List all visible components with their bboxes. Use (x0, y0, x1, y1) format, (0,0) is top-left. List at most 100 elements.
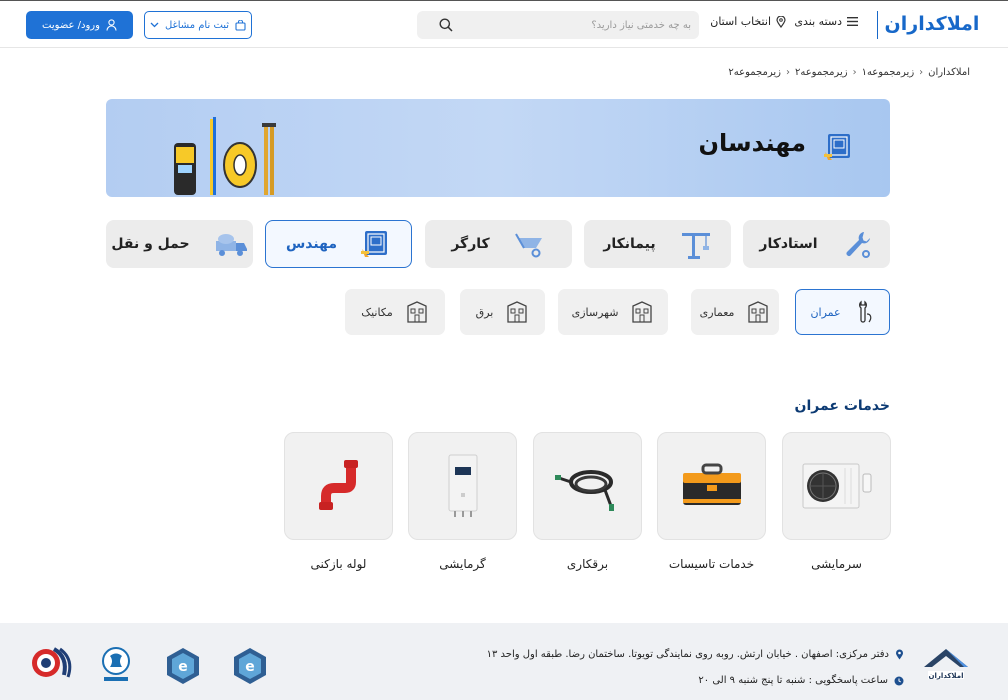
trust-badge-1[interactable]: e (232, 647, 268, 685)
sub-category-label: شهرسازی (571, 305, 619, 319)
service-card-electrical[interactable] (533, 432, 642, 540)
service-label: خدمات تاسیسات (668, 557, 755, 571)
footer-address-text: دفتر مرکزی: اصفهان . خیابان ارتش. روبه ر… (486, 649, 889, 660)
wrench-icon (846, 232, 870, 258)
main-category-label: کارگر (451, 236, 490, 252)
main-categories: استادکار پیمانکار کارگر مهندس حمل و نقل (106, 220, 890, 268)
service-card-installations[interactable] (657, 432, 766, 540)
province-select-button[interactable]: انتخاب استان (710, 15, 786, 28)
banner-title: مهندسان (698, 129, 806, 157)
samandehi-logo-icon (102, 647, 130, 681)
location-pin-icon (896, 649, 903, 660)
main-category-label: استادکار (759, 236, 818, 252)
main-category-kargar[interactable]: کارگر (425, 220, 572, 268)
wrench-hand-icon (858, 300, 871, 323)
service-cards: سرمایشی خدمات تاسیسات برقکاری گرمایشی لو… (284, 432, 891, 572)
search-input[interactable] (461, 19, 691, 31)
breadcrumb-item[interactable]: املاکداران (928, 67, 970, 78)
main-category-ostadkar[interactable]: استادکار (743, 220, 890, 268)
province-select-label: انتخاب استان (710, 15, 771, 28)
breadcrumb-item: زیرمجموعه۲ (728, 67, 781, 78)
chevron-left-icon: ‹ (852, 67, 857, 78)
sub-category-memari[interactable]: معماری (691, 289, 779, 335)
site-logo[interactable]: املاکداران (885, 9, 980, 39)
water-heater-icon (448, 454, 477, 517)
location-pin-icon (776, 15, 786, 28)
building-icon (407, 301, 427, 323)
chevron-down-icon (150, 22, 159, 28)
main-category-label: حمل و نقل (111, 236, 190, 252)
sub-category-label: مکانیک (361, 305, 393, 319)
main-category-haml[interactable]: حمل و نقل (106, 220, 253, 268)
footer: املاکداران دفتر مرکزی: اصفهان . خیابان ا… (0, 623, 1008, 700)
service-label: لوله بازکنی (310, 557, 367, 571)
breadcrumb-item[interactable]: زیرمجموعه۱ (862, 67, 915, 78)
service-card-heating[interactable] (408, 432, 517, 540)
main-category-peymankar[interactable]: پیمانکار (584, 220, 731, 268)
blueprint-icon (824, 132, 854, 166)
category-menu-button[interactable]: دسته بندی (794, 15, 858, 28)
building-icon (632, 301, 653, 323)
enamad-logo-icon: e (167, 648, 199, 684)
category-banner: مهندسان (106, 99, 890, 197)
search-bar (417, 11, 699, 39)
sub-categories: عمران معماری شهرسازی برق مکانیک (345, 289, 890, 335)
header-divider (877, 11, 878, 39)
trust-badge-3[interactable] (100, 647, 132, 685)
logo-text: املاکداران (884, 13, 980, 35)
sub-category-label: معماری (699, 305, 735, 319)
login-label: ورود/ عضویت (42, 19, 100, 31)
footer-logo[interactable]: املاکداران (920, 645, 972, 687)
register-jobs-label: ثبت نام مشاغل (164, 19, 230, 31)
svg-text:e: e (245, 659, 255, 675)
sub-category-mechanic[interactable]: مکانیک (345, 289, 445, 335)
register-jobs-button[interactable]: ثبت نام مشاغل (144, 11, 252, 39)
breadcrumb: املاکداران ‹ زیرمجموعه۱ ‹ زیرمجموعه۲ ‹ ز… (728, 67, 970, 78)
section-title: خدمات عمران (794, 398, 890, 414)
hamburger-icon (847, 17, 858, 26)
building-icon (507, 301, 527, 323)
chevron-left-icon: ‹ (919, 67, 924, 78)
breadcrumb-item[interactable]: زیرمجموعه۲ (795, 67, 848, 78)
footer-hours-text: ساعت پاسخگویی : شنبه تا پنج شنبه ۹ الی ۲… (698, 675, 888, 686)
trust-badge-4[interactable] (28, 647, 74, 693)
service-label: برقکاری (566, 557, 609, 571)
category-menu-label: دسته بندی (794, 15, 842, 28)
search-icon[interactable] (439, 18, 453, 32)
tools-illustration (170, 117, 288, 197)
truck-icon (215, 234, 247, 256)
service-card-pipe[interactable] (284, 432, 393, 540)
ministry-logo-icon (32, 647, 72, 678)
header: املاکداران دسته بندی انتخاب استان ثبت نا… (0, 0, 1008, 48)
login-button[interactable]: ورود/ عضویت (26, 11, 133, 39)
enamad-logo-icon: e (234, 648, 266, 684)
main-category-mohandes[interactable]: مهندس (265, 220, 412, 268)
crane-icon (681, 233, 710, 259)
blueprint-icon (361, 231, 388, 257)
svg-text:e: e (178, 659, 188, 675)
bag-icon (235, 19, 246, 31)
clock-icon (894, 676, 904, 685)
chevron-left-icon: ‹ (785, 67, 790, 78)
building-icon (748, 301, 769, 323)
trust-badge-2[interactable]: e (165, 647, 201, 685)
footer-hours: ساعت پاسخگویی : شنبه تا پنج شنبه ۹ الی ۲… (698, 675, 904, 686)
main-category-label: پیمانکار (603, 236, 656, 252)
sub-category-label: عمران (810, 305, 841, 319)
toolbox-icon (682, 463, 741, 505)
sub-category-omran[interactable]: عمران (795, 289, 890, 335)
cable-icon (554, 470, 614, 511)
main-category-label: مهندس (285, 236, 338, 252)
user-icon (106, 19, 117, 31)
service-label: سرمایشی (811, 557, 862, 571)
sub-category-shahrsazi[interactable]: شهرسازی (558, 289, 668, 335)
service-label: گرمایشی (439, 557, 486, 571)
sub-category-bargh[interactable]: برق (460, 289, 545, 335)
sub-category-label: برق (475, 305, 494, 319)
wheelbarrow-icon (514, 233, 542, 258)
air-conditioner-icon (802, 463, 871, 509)
footer-logo-text: املاکداران (929, 672, 964, 680)
pipe-icon (318, 460, 358, 510)
footer-address: دفتر مرکزی: اصفهان . خیابان ارتش. روبه ر… (487, 649, 904, 660)
service-card-cooling[interactable] (782, 432, 891, 540)
